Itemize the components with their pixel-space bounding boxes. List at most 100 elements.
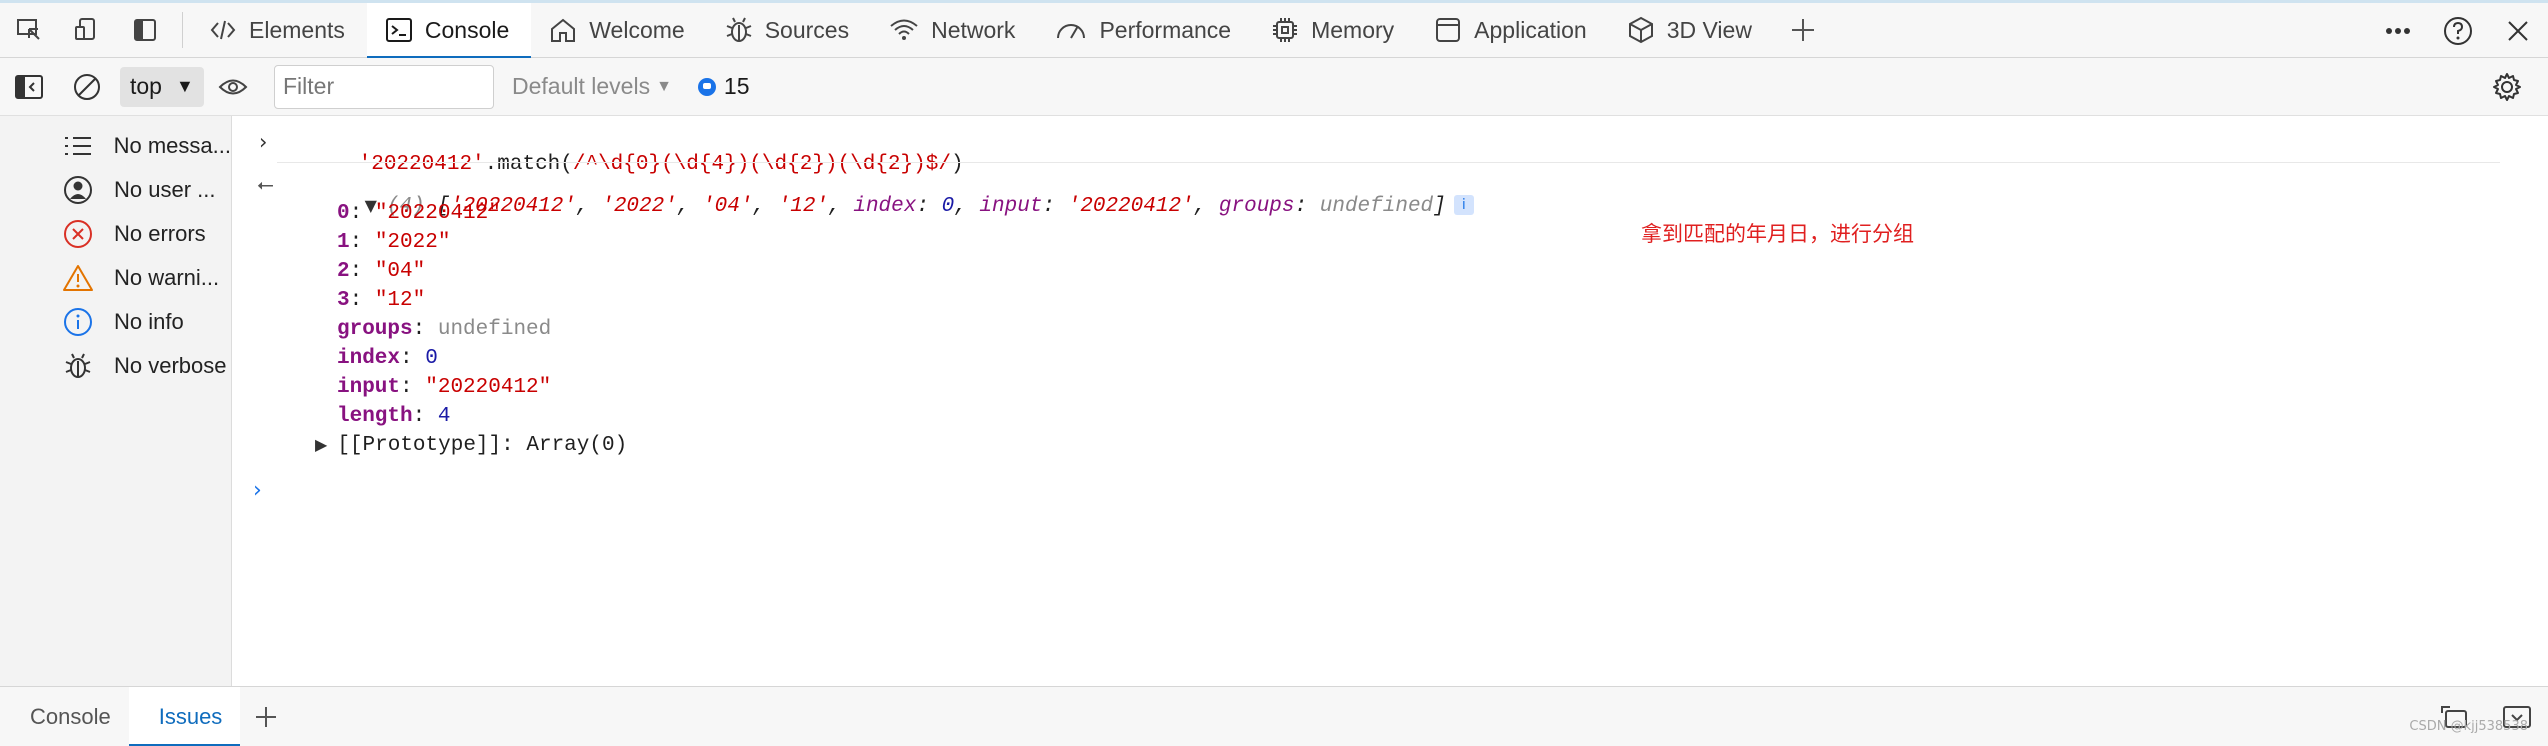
entry-value: "20220412" [374,202,501,225]
tab-label: Sources [764,16,850,43]
device-emulation-icon[interactable] [58,3,116,58]
sidebar-item-messages[interactable]: No messa... [0,124,231,168]
watermark-text: CSDN @kjj538538 [2409,719,2528,734]
sidebar-item-label: No errors [114,221,206,246]
list-icon [58,134,98,158]
drawer-right-actions [2424,687,2548,746]
tab-network[interactable]: Network [871,3,1037,58]
sources-icon [726,17,752,42]
close-devtools-icon[interactable] [2488,3,2548,58]
sidebar-item-user-messages[interactable]: No user ... [0,168,231,212]
help-icon[interactable] [2428,3,2488,58]
sidebar-item-label: No messa... [113,133,231,158]
entry-value: "20220412" [425,376,552,399]
entry-key: groups [337,318,413,341]
close-drawer-icon[interactable] [2486,687,2548,746]
inspect-element-icon[interactable] [0,3,58,58]
annotation-text: 拿到匹配的年月日，进行分组 [1641,222,1914,246]
entry-key: 0 [337,202,350,225]
sidebar-item-warnings[interactable]: No warni... [0,256,231,300]
entry-key: index [337,347,401,370]
array-entry: 1: "2022" [337,231,451,254]
user-icon [58,175,98,205]
array-entry: 3: "12" [337,289,426,312]
summary-item: '2022' [601,195,677,218]
entry-key: 3 [337,289,350,312]
console-icon [385,18,412,42]
array-entry: 2: "04" [337,260,426,283]
dock-undock-icon[interactable] [2424,687,2486,746]
sidebar-item-info[interactable]: No info [0,300,231,344]
tab-3d-view[interactable]: 3D View [1609,3,1774,58]
filter-input[interactable] [274,64,494,109]
tab-label: Welcome [589,16,685,43]
tab-sources[interactable]: Sources [707,3,871,58]
array-entry: input: "20220412" [337,376,552,399]
caret-down-icon: ▼ [656,77,672,95]
console-output[interactable]: › '20220412'.match(/^\d{0}(\d{4})(\d{2})… [233,116,2548,686]
info-icon [58,307,98,337]
console-settings-gear-icon[interactable] [2478,58,2536,116]
console-sidebar: No messa... No user ... No errors No war… [0,116,232,686]
array-entry: length: 4 [337,405,451,428]
entry-key: [[Prototype]] [337,434,502,457]
tab-bar-right-actions [2368,3,2548,58]
devtools-window: Elements Console Welcome Sources Network… [0,0,2548,746]
summary-index-value: 0 [941,195,955,218]
drawer-tab-label: Console [30,703,111,729]
sidebar-item-errors[interactable]: No errors [0,212,231,256]
bug-icon [58,351,98,381]
console-toolbar: top ▼ Default levels ▼ 15 [0,58,2548,116]
show-console-sidebar-icon[interactable] [0,58,58,116]
tab-welcome[interactable]: Welcome [531,3,706,58]
entry-key: input [337,376,401,399]
error-icon [58,219,98,249]
add-tab-icon[interactable] [1774,3,1832,58]
expand-triangle-icon[interactable]: ▶ [315,435,327,454]
tab-label: Memory [1311,16,1395,43]
entry-key: 2 [337,260,350,283]
clear-console-icon[interactable] [58,58,116,116]
network-icon [890,19,918,40]
tab-label: Elements [249,16,345,43]
summary-groups-value: undefined [1319,195,1434,218]
tab-elements[interactable]: Elements [191,3,367,58]
toolbar-separator [182,12,183,48]
sidebar-item-verbose[interactable]: No verbose [0,344,231,388]
toggle-sidebar-icon[interactable] [116,3,174,58]
drawer-tab-issues[interactable]: Issues [128,686,241,746]
performance-icon [1057,24,1086,39]
issues-count: 15 [723,73,750,99]
issues-icon [697,77,716,96]
summary-input-value: '20220412' [1067,195,1194,218]
tab-label: 3D View [1666,16,1752,43]
drawer-tab-console[interactable]: Console [0,687,129,746]
tab-label: Application [1474,16,1587,43]
add-drawer-tab-icon[interactable] [240,687,292,746]
entry-key: length [337,405,413,428]
entry-value: "12" [374,289,426,312]
tab-label: Performance [1099,16,1232,43]
warning-icon [58,264,98,292]
tab-application[interactable]: Application [1416,3,1609,58]
tab-memory[interactable]: Memory [1253,3,1416,58]
array-entry: 0: "20220412" [337,202,501,225]
console-prompt-chevron-icon[interactable]: › [253,478,262,503]
tab-performance[interactable]: Performance [1037,3,1253,58]
tab-label: Network [931,16,1016,43]
log-levels-dropdown[interactable]: Default levels ▼ [512,73,672,100]
summary-index-key: index [853,195,917,218]
issues-counter[interactable]: 15 [697,73,750,100]
sidebar-item-label: No warni... [114,265,220,290]
summary-input-key: input [979,195,1043,218]
input-chevron-icon: › [259,130,268,154]
prototype-entry[interactable]: ▶ [[Prototype]]: Array(0) [315,434,627,457]
entry-value: undefined [437,318,552,341]
info-badge-icon[interactable]: i [1453,195,1474,216]
more-options-icon[interactable] [2368,3,2428,58]
entry-key: 1 [337,231,350,254]
context-selector[interactable]: top ▼ [120,66,204,107]
tab-console[interactable]: Console [366,2,532,59]
live-expression-eye-icon[interactable] [204,58,262,116]
application-icon [1436,18,1461,42]
